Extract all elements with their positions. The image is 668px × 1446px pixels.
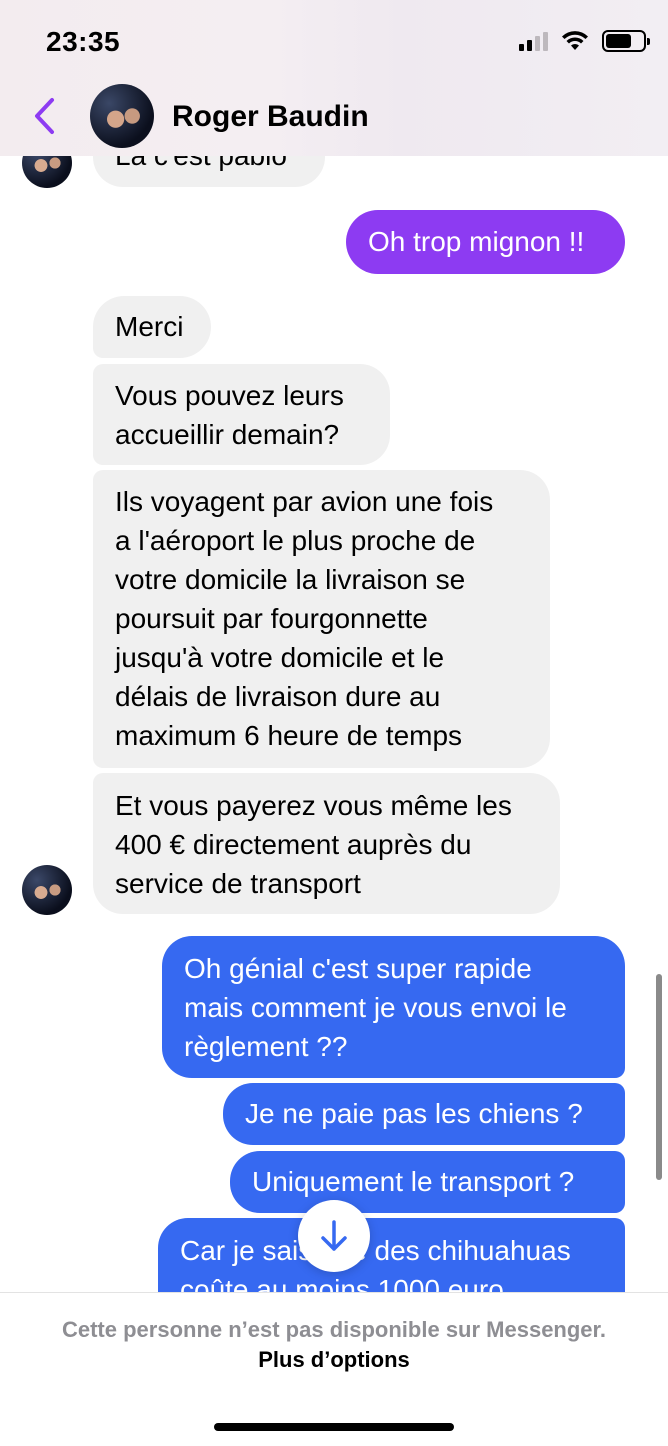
scroll-to-bottom-button[interactable] bbox=[298, 1200, 370, 1272]
message-line: Oh trop mignon !! bbox=[368, 226, 585, 257]
cellular-signal-icon bbox=[519, 31, 548, 51]
contact-avatar[interactable] bbox=[90, 84, 154, 148]
message-line: accueillir demain? bbox=[115, 419, 340, 450]
message-bubble-outgoing[interactable]: Oh génial c'est super rapide mais commen… bbox=[162, 936, 625, 1078]
footer: Cette personne n’est pas disponible sur … bbox=[0, 1292, 668, 1446]
unavailable-notice: Cette personne n’est pas disponible sur … bbox=[61, 1317, 607, 1342]
message-line: règlement ?? bbox=[184, 1031, 348, 1062]
message-bubble-incoming[interactable]: Vous pouvez leurs accueillir demain? bbox=[93, 364, 390, 465]
message-bubble-incoming[interactable]: Et vous payerez vous même les 400 € dire… bbox=[93, 773, 560, 914]
message-line: Oh génial c'est super rapide bbox=[184, 953, 532, 984]
message-line: Uniquement le transport ? bbox=[252, 1166, 575, 1197]
message-line: délais de livraison dure au bbox=[115, 681, 441, 712]
message-bubble-incoming[interactable]: Merci bbox=[93, 296, 211, 358]
message-bubble-outgoing[interactable]: Je ne paie pas les chiens ? bbox=[223, 1083, 625, 1145]
message-bubble-outgoing[interactable]: Car je sais que des chihuahuas coûte au … bbox=[158, 1218, 625, 1292]
message-line: votre domicile la livraison se bbox=[115, 564, 466, 595]
message-line: Merci bbox=[115, 311, 184, 342]
messenger-screen: Là c'est pablo Oh trop mignon !! Merci V… bbox=[0, 0, 668, 1446]
message-line: coûte au moins 1000 euro bbox=[180, 1274, 504, 1292]
scroll-indicator[interactable] bbox=[656, 974, 662, 1180]
status-icons bbox=[519, 30, 650, 52]
message-thread[interactable]: Là c'est pablo Oh trop mignon !! Merci V… bbox=[0, 0, 668, 1292]
message-bubble-incoming[interactable]: Ils voyagent par avion une fois a l'aéro… bbox=[93, 470, 550, 768]
message-bubble-outgoing[interactable]: Oh trop mignon !! bbox=[346, 210, 625, 274]
contact-avatar-small[interactable] bbox=[22, 865, 72, 915]
battery-icon bbox=[602, 30, 650, 52]
message-line: jusqu'à votre domicile et le bbox=[115, 642, 445, 673]
home-indicator[interactable] bbox=[214, 1423, 454, 1431]
message-line: Je ne paie pas les chiens ? bbox=[245, 1098, 583, 1129]
top-bar: 23:35 Roger Baudin bbox=[0, 0, 668, 156]
arrow-down-icon bbox=[321, 1220, 347, 1251]
message-line: 400 € directement auprès du bbox=[115, 829, 472, 860]
message-line: service de transport bbox=[115, 868, 361, 899]
chevron-left-icon bbox=[35, 98, 54, 134]
message-line: Et vous payerez vous même les bbox=[115, 790, 512, 821]
contact-name[interactable]: Roger Baudin bbox=[172, 100, 369, 134]
message-line: poursuit par fourgonnette bbox=[115, 603, 428, 634]
message-line: Ils voyagent par avion une fois bbox=[115, 486, 494, 517]
wifi-icon bbox=[562, 31, 588, 50]
status-time: 23:35 bbox=[46, 26, 121, 57]
message-line: mais comment je vous envoi le bbox=[184, 992, 567, 1023]
message-line: a l'aéroport le plus proche de bbox=[115, 525, 476, 556]
more-options-link[interactable]: Plus d’options bbox=[0, 1347, 668, 1373]
message-line: Vous pouvez leurs bbox=[115, 380, 344, 411]
message-line: maximum 6 heure de temps bbox=[115, 720, 463, 751]
message-line: Car je sais que des chihuahuas bbox=[180, 1235, 571, 1266]
back-button[interactable] bbox=[24, 92, 64, 140]
message-bubble-outgoing[interactable]: Uniquement le transport ? bbox=[230, 1151, 625, 1213]
